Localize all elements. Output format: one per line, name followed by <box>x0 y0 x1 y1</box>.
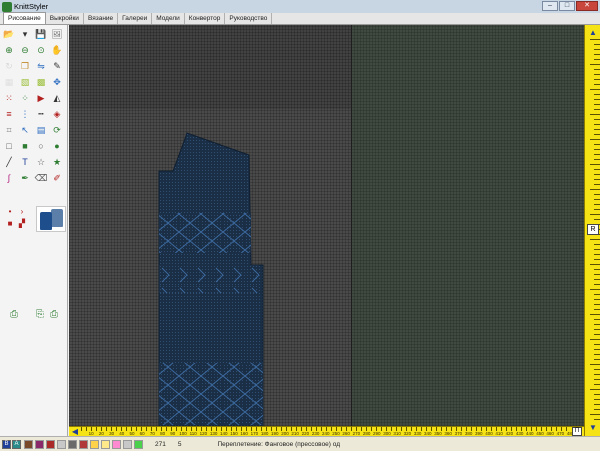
color-swatch[interactable] <box>68 439 77 449</box>
dropdown-icon[interactable]: ▾ <box>18 27 32 41</box>
star-outline-icon[interactable]: ☆ <box>34 155 48 169</box>
window-title: KnittStyler <box>14 2 49 11</box>
status-bar: BA 271 5 Переплетение: Фанговое (прессов… <box>0 436 600 451</box>
print-multi-icon[interactable]: ⎘ <box>34 308 46 322</box>
grid-disabled-icon[interactable]: ▦ <box>2 75 16 89</box>
brush-icon[interactable]: ✒ <box>18 171 32 185</box>
small-dot-red-icon[interactable]: • <box>4 206 16 218</box>
tab-3[interactable]: Галереи <box>118 13 153 24</box>
zoom-in-icon[interactable]: ⊕ <box>2 43 16 57</box>
ellipse-icon[interactable]: ○ <box>34 139 48 153</box>
tab-0[interactable]: Рисование <box>3 12 46 24</box>
checker-icon[interactable]: ▞ <box>16 218 28 230</box>
diamond-band-lower <box>159 363 263 425</box>
status-message: Переплетение: Фанговое (прессовое) од <box>217 440 341 448</box>
tab-1[interactable]: Выкройки <box>46 13 84 24</box>
horizontal-ruler-label[interactable]: П <box>572 427 582 436</box>
color-swatch[interactable] <box>112 439 121 449</box>
zoom-out-icon[interactable]: ⊖ <box>18 43 32 57</box>
text-icon[interactable]: T <box>18 155 32 169</box>
front-piece-preview <box>40 212 52 230</box>
row-numbers-icon[interactable]: ≡ <box>2 107 16 121</box>
minimize-button[interactable]: – <box>542 1 558 11</box>
color-b-button[interactable]: B <box>2 439 11 449</box>
color-swatch[interactable] <box>90 439 99 449</box>
stitch-red-icon[interactable]: ⁙ <box>2 91 16 105</box>
gallery-icon[interactable]: 🖼 <box>50 27 64 41</box>
ruler-down-arrow-icon[interactable]: ▼ <box>588 423 598 433</box>
close-button[interactable]: ✕ <box>576 1 598 11</box>
eyedropper-icon[interactable]: ✐ <box>50 171 64 185</box>
play-icon[interactable]: ▶ <box>34 91 48 105</box>
app-icon <box>2 1 12 12</box>
zoom-fit-icon[interactable]: ⊙ <box>34 43 48 57</box>
arrow-select-icon[interactable]: ↖ <box>18 123 32 137</box>
color-a-button[interactable]: A <box>12 439 21 449</box>
vertical-ruler[interactable]: ▲ R ▼ <box>584 25 600 436</box>
mirror-icon[interactable]: ⇋ <box>34 59 48 73</box>
color-swatch[interactable] <box>46 439 55 449</box>
refresh-icon[interactable]: ⟳ <box>50 123 64 137</box>
ruler-up-arrow-icon[interactable]: ▲ <box>588 28 598 38</box>
status-value: 5 <box>177 440 182 448</box>
tool-grid: 📂 ▾ 💾 🖼 ⊕ ⊖ ⊙ ✋ ↻ ❐ ⇋ ✎ ▦ ▧ ▩ ✥ ⁙ ⁘ ▶ ◭ ≡ ⋮ ┅ ◈ ⌗ ↖ ▤ ⟳ □ ■ ○ ● ╱ T ☆ ★ ∫ ✒ ⌫ ✐ <box>2 27 65 186</box>
drawing-toolbox: 📂 ▾ 💾 🖼 ⊕ ⊖ ⊙ ✋ ↻ ❐ ⇋ ✎ ▦ ▧ ▩ ✥ ⁙ ⁘ ▶ ◭ ≡ ⋮ ┅ ◈ ⌗ ↖ ▤ ⟳ □ ■ ○ ● ╱ T ☆ ★ ∫ ✒ ⌫ ✐… <box>0 25 68 436</box>
rotate-icon[interactable]: ↻ <box>2 59 16 73</box>
tab-4[interactable]: Модели <box>152 13 185 24</box>
move-icon[interactable]: ✥ <box>50 75 64 89</box>
window-controls: – □ ✕ <box>542 1 598 11</box>
pencil-icon[interactable]: ✎ <box>50 59 64 73</box>
color-swatch[interactable] <box>123 439 132 449</box>
maximize-button[interactable]: □ <box>559 1 575 11</box>
blocks-icon[interactable]: ▤ <box>34 123 48 137</box>
pattern-canvas[interactable] <box>69 25 584 426</box>
copy-pattern-icon[interactable]: ❐ <box>18 59 32 73</box>
fill-area-icon[interactable]: ▩ <box>34 75 48 89</box>
tab-6[interactable]: Руководство <box>225 13 273 24</box>
filled-ellipse-icon[interactable]: ● <box>50 139 64 153</box>
color-swatch[interactable] <box>79 439 88 449</box>
vertical-ruler-label[interactable]: R <box>587 224 599 235</box>
arrow-right-small-icon[interactable]: › <box>16 206 28 218</box>
rectangle-icon[interactable]: □ <box>2 139 16 153</box>
hand-pan-icon[interactable]: ✋ <box>50 43 64 57</box>
save-icon[interactable]: 💾 <box>34 27 48 41</box>
garment-piece[interactable] <box>69 25 584 426</box>
horizontal-ruler[interactable]: ◀ 10 20 30 40 50 60 70 80 90 100 110 120 130 140 150 16… <box>69 426 584 437</box>
triangle-icon[interactable]: ◭ <box>50 91 64 105</box>
diamond-band-upper <box>159 213 251 253</box>
line-icon[interactable]: ╱ <box>2 155 16 169</box>
open-folder-icon[interactable]: 📂 <box>2 27 16 41</box>
color-palette <box>24 439 145 449</box>
color-swatch[interactable] <box>24 439 33 449</box>
crop-icon[interactable]: ⌗ <box>2 123 16 137</box>
print-pattern-icon[interactable]: ⎙ <box>8 308 20 322</box>
title-bar: KnittStyler – □ ✕ <box>0 0 600 13</box>
back-piece-preview <box>51 209 63 227</box>
tab-5[interactable]: Конвертор <box>185 13 226 24</box>
eraser-icon[interactable]: ⌫ <box>34 171 48 185</box>
dots-icon[interactable]: ⋮ <box>18 107 32 121</box>
main-tabs: Рисование Выкройки Вязание Галереи Модели Кон… <box>0 12 600 25</box>
filled-rectangle-icon[interactable]: ■ <box>18 139 32 153</box>
stitch-green-icon[interactable]: ⁘ <box>18 91 32 105</box>
curve-icon[interactable]: ∫ <box>2 171 16 185</box>
print-green-icon[interactable]: ⎙ <box>48 308 60 322</box>
tab-2[interactable]: Вязание <box>84 13 119 24</box>
color-mode-buttons: BA <box>2 439 22 449</box>
knit-preview[interactable] <box>36 206 66 232</box>
star-filled-icon[interactable]: ★ <box>50 155 64 169</box>
dotted-line-icon[interactable]: ┅ <box>34 107 48 121</box>
stitch-count: 271 <box>155 440 166 448</box>
square-red-icon[interactable]: ■ <box>4 218 16 230</box>
color-swatch[interactable] <box>57 439 66 449</box>
color-swatch[interactable] <box>35 439 44 449</box>
diamond-stitch-icon[interactable]: ◈ <box>50 107 64 121</box>
select-area-icon[interactable]: ▧ <box>18 75 32 89</box>
color-swatch[interactable] <box>101 439 110 449</box>
color-swatch[interactable] <box>134 439 143 449</box>
chevron-band <box>159 265 259 293</box>
